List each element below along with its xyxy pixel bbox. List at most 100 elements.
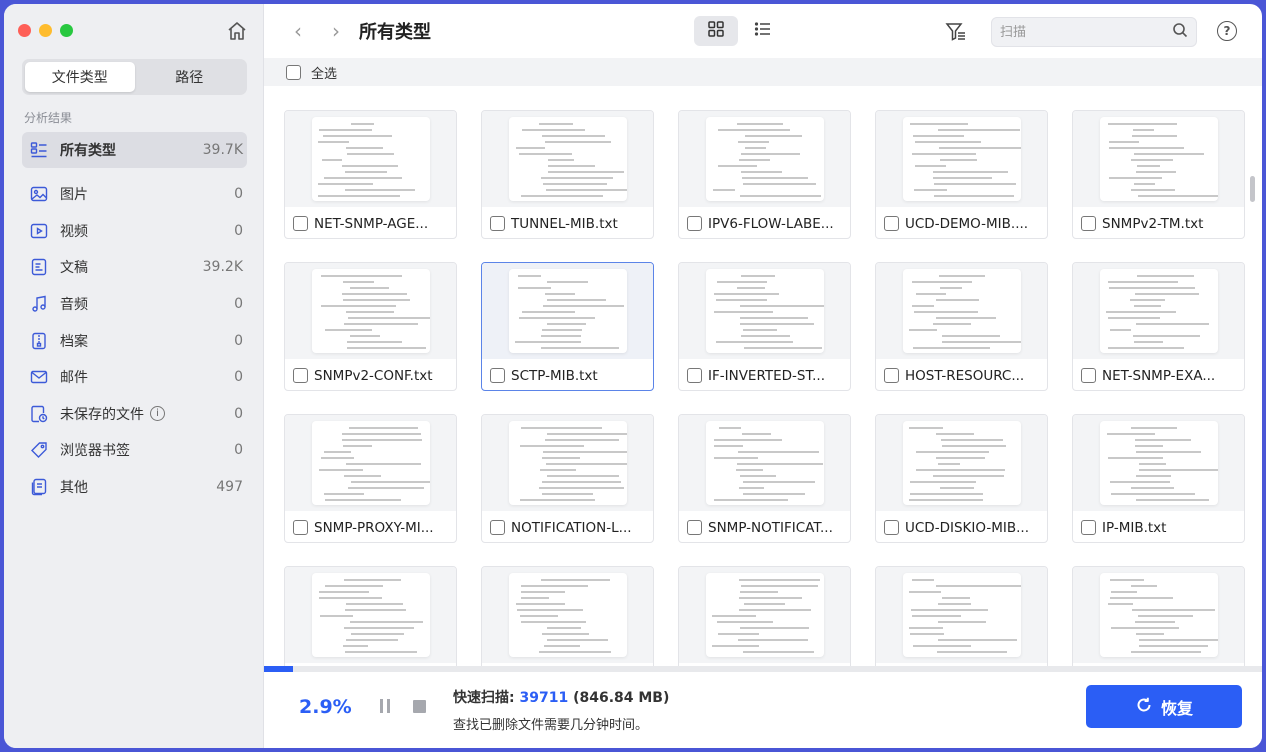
scan-percent: 2.9% [299, 696, 352, 718]
select-all-bar: 全选 [264, 58, 1262, 86]
file-thumbnail-area [1073, 111, 1244, 207]
file-card[interactable] [1072, 566, 1245, 666]
file-checkbox[interactable] [490, 520, 505, 535]
sidebar-item-other[interactable]: 其他 497 [22, 469, 247, 506]
file-thumbnail-area [285, 415, 456, 511]
bookmark-tag-icon [30, 441, 48, 459]
file-thumbnail [508, 269, 627, 353]
zoom-window-button[interactable] [60, 24, 73, 37]
file-checkbox[interactable] [293, 520, 308, 535]
file-card[interactable]: TUNNEL-MIB.txt [481, 110, 654, 239]
file-card[interactable]: SNMPv2-CONF.txt [284, 262, 457, 391]
file-checkbox[interactable] [884, 368, 899, 383]
filter-icon[interactable] [944, 20, 968, 44]
info-icon[interactable]: i [150, 406, 165, 422]
file-name: NOTIFICATION-L... [511, 519, 632, 536]
file-card[interactable]: IF-INVERTED-ST... [678, 262, 851, 391]
recover-button[interactable]: 恢复 [1086, 685, 1242, 728]
sidebar-item-archives[interactable]: 档案 0 [22, 322, 247, 359]
file-name: SNMPv2-TM.txt [1102, 215, 1204, 232]
tab-path[interactable]: 路径 [135, 62, 245, 92]
sidebar-item-label: 邮件 [60, 370, 88, 387]
sidebar-item-videos[interactable]: 视频 0 [22, 213, 247, 250]
sidebar-item-mail[interactable]: 邮件 0 [22, 359, 247, 396]
sidebar-item-documents[interactable]: 文稿 39.2K [22, 249, 247, 286]
home-icon[interactable] [226, 20, 248, 42]
sidebar-item-audio[interactable]: 音频 0 [22, 286, 247, 323]
file-card[interactable]: UCD-DISKIO-MIB... [875, 414, 1048, 543]
file-thumbnail [1099, 421, 1218, 505]
recover-label: 恢复 [1160, 698, 1193, 718]
sidebar-item-images[interactable]: 图片 0 [22, 176, 247, 213]
file-checkbox[interactable] [687, 216, 702, 231]
sidebar-item-count: 0 [234, 186, 243, 203]
file-name: TUNNEL-MIB.txt [511, 215, 618, 232]
vertical-scrollbar[interactable] [1250, 176, 1255, 202]
file-card[interactable]: UCD-DEMO-MIB.... [875, 110, 1048, 239]
search-input[interactable] [1000, 24, 1172, 40]
file-card[interactable]: SNMP-NOTIFICAT... [678, 414, 851, 543]
page-title: 所有类型 [359, 22, 431, 43]
file-card[interactable]: SNMP-PROXY-MI... [284, 414, 457, 543]
file-name: IF-INVERTED-ST... [708, 367, 825, 384]
file-card[interactable]: IPV6-FLOW-LABE... [678, 110, 851, 239]
file-card[interactable]: HOST-RESOURC... [875, 262, 1048, 391]
select-all-checkbox[interactable] [286, 64, 301, 80]
forward-button[interactable]: › [326, 21, 346, 41]
file-card[interactable] [481, 566, 654, 666]
search-icon[interactable] [1172, 22, 1188, 42]
sidebar-item-all-types[interactable]: 所有类型 39.7K [22, 132, 247, 168]
sidebar-item-count: 497 [216, 479, 243, 496]
stop-icon[interactable] [413, 700, 426, 713]
file-card[interactable] [875, 566, 1048, 666]
back-button[interactable]: ‹ [288, 21, 308, 41]
document-icon [30, 258, 48, 276]
sidebar-item-count: 0 [234, 405, 243, 422]
file-card[interactable]: NET-SNMP-EXA... [1072, 262, 1245, 391]
archive-icon [30, 332, 48, 350]
file-checkbox[interactable] [1081, 216, 1096, 231]
sidebar-view-tabs: 文件类型 路径 [22, 59, 247, 95]
file-card-footer: SNMPv2-TM.txt [1073, 207, 1244, 238]
close-window-button[interactable] [18, 24, 31, 37]
file-thumbnail-area [679, 567, 850, 663]
file-card[interactable] [678, 566, 851, 666]
file-card[interactable]: NOTIFICATION-L... [481, 414, 654, 543]
file-checkbox[interactable] [293, 216, 308, 231]
file-checkbox[interactable] [490, 368, 505, 383]
pause-icon[interactable] [378, 699, 392, 713]
file-checkbox[interactable] [1081, 368, 1096, 383]
file-checkbox[interactable] [687, 368, 702, 383]
sidebar-item-count: 39.2K [202, 259, 243, 276]
file-checkbox[interactable] [293, 368, 308, 383]
file-name: SNMP-NOTIFICAT... [708, 519, 833, 536]
sidebar-item-bookmarks[interactable]: 浏览器书签 0 [22, 432, 247, 469]
file-checkbox[interactable] [884, 520, 899, 535]
file-name: UCD-DEMO-MIB.... [905, 215, 1029, 232]
category-list: 所有类型 39.7K 图片 0 视频 0 文稿 39.2K 音频 0 档案 0 … [22, 132, 247, 505]
file-checkbox[interactable] [490, 216, 505, 231]
file-thumbnail-area [876, 415, 1047, 511]
list-view-button[interactable] [748, 16, 778, 46]
unsaved-file-icon [30, 405, 48, 423]
sidebar-item-label: 档案 [60, 333, 88, 350]
minimize-window-button[interactable] [39, 24, 52, 37]
tab-file-types[interactable]: 文件类型 [25, 62, 135, 92]
file-card[interactable] [284, 566, 457, 666]
file-thumbnail-area [285, 111, 456, 207]
file-checkbox[interactable] [1081, 520, 1096, 535]
grid-view-button[interactable] [694, 16, 738, 46]
file-thumbnail-area [679, 263, 850, 359]
file-thumbnail [902, 573, 1021, 657]
sidebar-item-unsaved-files[interactable]: 未保存的文件 i 0 [22, 396, 247, 433]
sidebar-item-label: 所有类型 [60, 143, 116, 159]
file-card[interactable]: NET-SNMP-AGE... [284, 110, 457, 239]
file-card[interactable]: SCTP-MIB.txt [481, 262, 654, 391]
file-checkbox[interactable] [687, 520, 702, 535]
file-name: UCD-DISKIO-MIB... [905, 519, 1029, 536]
help-button[interactable]: ? [1217, 21, 1237, 41]
file-card[interactable]: SNMPv2-TM.txt [1072, 110, 1245, 239]
file-thumbnail-area [482, 263, 653, 359]
file-checkbox[interactable] [884, 216, 899, 231]
file-card[interactable]: IP-MIB.txt [1072, 414, 1245, 543]
